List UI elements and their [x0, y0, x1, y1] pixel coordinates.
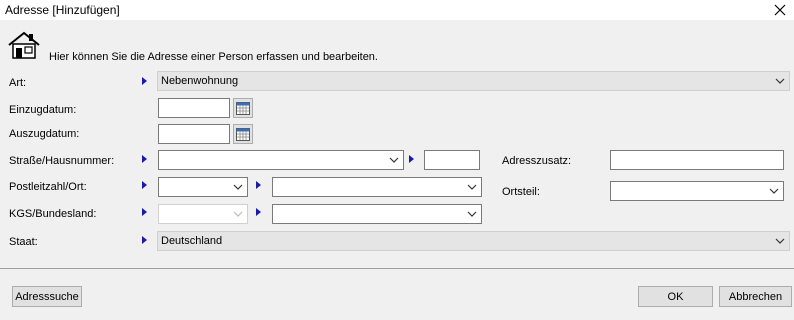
calendar-icon[interactable] [233, 124, 253, 144]
ok-button[interactable]: OK [638, 286, 713, 307]
chevron-down-icon [233, 184, 243, 190]
chevron-down-icon [769, 188, 779, 194]
close-icon[interactable] [766, 0, 794, 20]
chevron-down-icon [233, 211, 243, 217]
chevron-down-icon [775, 78, 785, 84]
blue-arrow-icon[interactable] [142, 181, 147, 189]
art-select[interactable]: Nebenwohnung [157, 71, 790, 91]
intro-text: Hier können Sie die Adresse einer Person… [49, 51, 378, 63]
staat-select[interactable]: Deutschland [157, 231, 790, 251]
ortsteil-select[interactable] [610, 181, 784, 201]
ort-select[interactable] [272, 177, 482, 197]
plz-label: Postleitzahl/Ort: [9, 181, 87, 193]
house-icon [7, 30, 41, 60]
blue-arrow-icon[interactable] [256, 181, 261, 189]
footer-separator [0, 268, 794, 269]
kgs-label: KGS/Bundesland: [9, 208, 97, 220]
bundesland-select[interactable] [272, 204, 482, 224]
blue-arrow-icon[interactable] [142, 77, 147, 85]
art-value: Nebenwohnung [161, 75, 239, 87]
einzug-label: Einzugdatum: [9, 104, 77, 116]
staat-value: Deutschland [161, 235, 223, 247]
adresssuche-button[interactable]: Adresssuche [12, 286, 82, 307]
window-title: Adresse [Hinzufügen] [5, 3, 120, 17]
adresszusatz-label: Adresszusatz: [502, 155, 572, 167]
dialog-body: Hier können Sie die Adresse einer Person… [0, 20, 794, 320]
auszug-date-input[interactable] [158, 124, 230, 144]
title-bar: Adresse [Hinzufügen] [0, 0, 794, 20]
ortsteil-label: Ortsteil: [502, 186, 540, 198]
abbrechen-button[interactable]: Abbrechen [719, 286, 792, 307]
auszug-label: Auszugdatum: [9, 128, 80, 140]
blue-arrow-icon[interactable] [142, 236, 147, 244]
blue-arrow-icon[interactable] [409, 155, 414, 163]
kgs-select [158, 204, 248, 224]
blue-arrow-icon[interactable] [142, 208, 147, 216]
calendar-icon[interactable] [233, 98, 253, 118]
blue-arrow-icon[interactable] [256, 208, 261, 216]
chevron-down-icon [389, 157, 399, 163]
chevron-down-icon [467, 211, 477, 217]
chevron-down-icon [467, 184, 477, 190]
hausnummer-input[interactable] [424, 150, 480, 170]
einzug-date-input[interactable] [158, 98, 230, 118]
strasse-select[interactable] [158, 150, 404, 170]
art-label: Art: [9, 77, 27, 89]
plz-select[interactable] [158, 177, 248, 197]
strasse-label: Straße/Hausnummer: [9, 155, 115, 167]
staat-label: Staat: [9, 236, 38, 248]
adresszusatz-input[interactable] [610, 150, 784, 170]
blue-arrow-icon[interactable] [142, 155, 147, 163]
chevron-down-icon [775, 238, 785, 244]
